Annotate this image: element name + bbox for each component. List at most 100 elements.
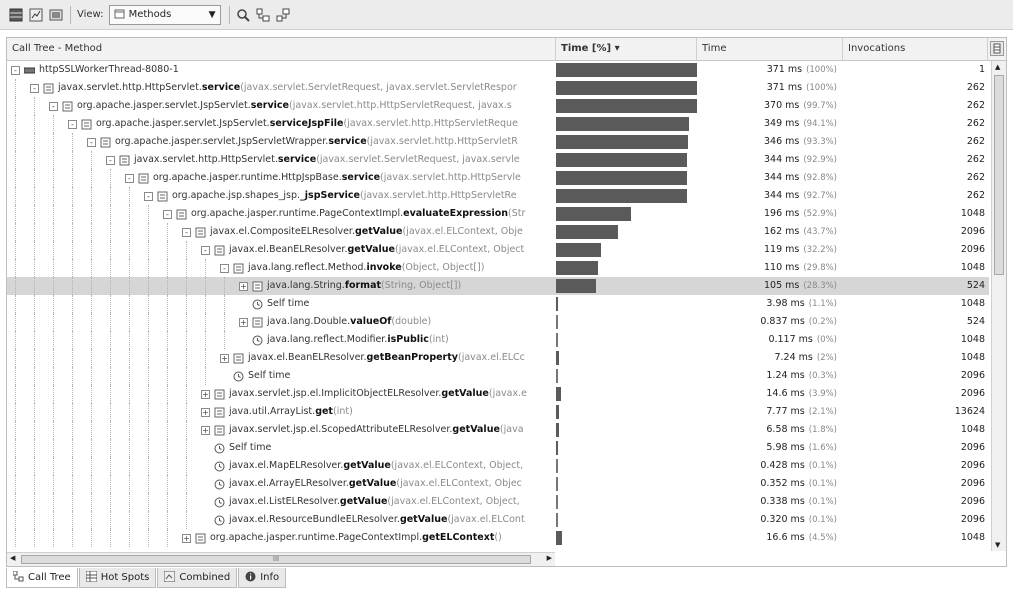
tree-row[interactable]: + java.lang.String. format (String, Object… <box>7 277 989 295</box>
tree-row[interactable]: - javax.servlet.http.HttpServlet. service … <box>7 79 989 97</box>
tree-guide-line <box>167 511 168 529</box>
scroll-left-icon[interactable]: ◀ <box>10 554 15 562</box>
collapse-icon[interactable]: - <box>87 137 96 147</box>
tree-row[interactable]: - org.apache.jasper.servlet.JspServletWra… <box>7 133 989 151</box>
time-percent-cell <box>556 405 559 419</box>
expand-icon[interactable]: + <box>239 281 248 291</box>
snapshot-icon[interactable] <box>48 7 63 22</box>
tab-call-tree[interactable]: Call Tree <box>6 568 78 588</box>
expand-tree-icon[interactable] <box>256 7 271 22</box>
expand-icon[interactable]: + <box>201 425 210 435</box>
method-args: (double) <box>391 316 432 327</box>
time-percent-cell <box>556 423 559 437</box>
horizontal-scrollbar[interactable]: ◀ III ▶ <box>7 552 555 566</box>
tree-row[interactable]: Self time 5.98 ms (1.6%) 2096 <box>7 439 989 457</box>
tree-row[interactable]: + javax.servlet.jsp.el.ScopedAttributeELR… <box>7 421 989 439</box>
tree-guide-line <box>148 295 149 313</box>
collapse-icon[interactable]: - <box>220 263 229 273</box>
scroll-up-icon[interactable]: ▲ <box>995 63 1000 71</box>
expand-icon[interactable]: + <box>201 407 210 417</box>
tree-node: - org.apache.jasper.servlet.JspServlet. se… <box>68 115 518 133</box>
tree-row[interactable]: + java.lang.Double. valueOf (double) 0.837 … <box>7 313 989 331</box>
tree-row[interactable]: + javax.servlet.jsp.el.ImplicitObjectELRe… <box>7 385 989 403</box>
method-cell: + java.lang.String. format (String, Object… <box>7 277 555 295</box>
tree-row[interactable]: Self time 1.24 ms (0.3%) 2096 <box>7 367 989 385</box>
method-icon <box>195 227 206 238</box>
collapse-tree-icon[interactable] <box>276 7 291 22</box>
time-bar <box>556 117 689 131</box>
tree-node: + java.lang.String. format (String, Object… <box>239 277 461 295</box>
time-percent-cell <box>556 495 558 509</box>
column-header-invocations[interactable]: Invocations <box>843 38 988 60</box>
tree-row[interactable]: - httpSSLWorkerThread-8080-1 371 ms (100%) 1 <box>7 61 989 79</box>
table-view-icon[interactable] <box>8 7 23 22</box>
tree-guide-line <box>34 205 35 223</box>
time-cell: 5.98 ms (1.6%) <box>697 439 841 457</box>
tree-row[interactable]: - javax.servlet.http.HttpServlet. service … <box>7 151 989 169</box>
method-cell: Self time <box>7 439 555 457</box>
tree-row[interactable]: - org.apache.jasper.runtime.PageContextIm… <box>7 205 989 223</box>
time-value: 5.98 ms <box>766 442 805 453</box>
collapse-icon[interactable]: - <box>11 65 20 75</box>
tree-row[interactable]: Self time 3.98 ms (1.1%) 1048 <box>7 295 989 313</box>
collapse-icon[interactable]: - <box>49 101 58 111</box>
tree-row[interactable]: javax.el.ListELResolver. getValue (javax.… <box>7 493 989 511</box>
tree-row[interactable]: javax.el.MapELResolver. getValue (javax.e… <box>7 457 989 475</box>
column-chooser-button[interactable] <box>990 41 1004 56</box>
collapse-icon[interactable]: - <box>125 173 134 183</box>
tab-info[interactable]: Info <box>238 568 287 588</box>
collapse-icon[interactable]: - <box>30 83 39 93</box>
expand-icon[interactable]: + <box>220 353 229 363</box>
export-icon[interactable] <box>28 7 43 22</box>
vertical-scrollbar[interactable]: ▲ ▼ <box>991 61 1006 551</box>
tree-row[interactable]: - javax.el.CompositeELResolver. getValue (… <box>7 223 989 241</box>
vertical-scroll-thumb[interactable] <box>994 75 1004 275</box>
expand-icon[interactable]: + <box>201 389 210 399</box>
tree-guide-line <box>129 511 130 529</box>
tree-row[interactable]: - java.lang.reflect.Method. invoke (Object… <box>7 259 989 277</box>
horizontal-scroll-thumb[interactable]: III <box>21 555 531 564</box>
tab-combined[interactable]: Combined <box>157 568 238 588</box>
time-bar <box>556 459 558 473</box>
tree-guide-line <box>129 187 130 205</box>
collapse-icon[interactable]: - <box>201 245 210 255</box>
collapse-icon[interactable]: - <box>182 227 191 237</box>
tree-guide-line <box>110 367 111 385</box>
tree-row[interactable]: - org.apache.jasper.servlet.JspServlet. se… <box>7 97 989 115</box>
scroll-down-icon[interactable]: ▼ <box>995 541 1000 549</box>
collapse-icon[interactable]: - <box>163 209 172 219</box>
expand-icon[interactable]: + <box>239 317 248 327</box>
column-header-time-percent[interactable]: Time [%] ▾ <box>556 38 697 60</box>
tree-guide-line <box>129 313 130 331</box>
collapse-icon[interactable]: - <box>106 155 115 165</box>
collapse-icon[interactable]: - <box>68 119 77 129</box>
tree-row[interactable]: + java.util.ArrayList. get (int) 7.77 ms (2.… <box>7 403 989 421</box>
collapse-icon[interactable]: - <box>144 191 153 201</box>
invocations-cell: 2096 <box>960 514 985 525</box>
tree-guide-line <box>224 331 225 349</box>
tab-hot-spots[interactable]: Hot Spots <box>78 568 157 588</box>
tree-node: + org.apache.jasper.runtime.PageContextIm… <box>182 529 502 547</box>
tree-row[interactable]: javax.el.ArrayELResolver. getValue (javax… <box>7 475 989 493</box>
invocations-cell: 262 <box>966 190 985 201</box>
tree-row[interactable]: javax.el.ResourceBundleELResolver. getVal… <box>7 511 989 529</box>
scroll-right-icon[interactable]: ▶ <box>547 554 552 562</box>
expand-icon[interactable]: + <box>182 533 191 543</box>
tree-guide-line <box>34 457 35 475</box>
tree-guide-line <box>34 493 35 511</box>
tree-row[interactable]: - org.apache.jasper.servlet.JspServlet. se… <box>7 115 989 133</box>
search-icon[interactable] <box>236 7 251 22</box>
column-header-method[interactable]: Call Tree - Method <box>7 38 556 60</box>
tree-row[interactable]: - org.apache.jasper.runtime.HttpJspBase. s… <box>7 169 989 187</box>
tree-row[interactable]: + javax.el.BeanELResolver. getBeanProperty… <box>7 349 989 367</box>
column-header-time[interactable]: Time <box>697 38 843 60</box>
tree-row[interactable]: java.lang.reflect.Modifier. isPublic (int… <box>7 331 989 349</box>
tree-guide-line <box>186 457 187 475</box>
method-name: getBeanProperty <box>366 352 458 363</box>
time-value: 105 ms <box>764 280 800 291</box>
tree-guide-line <box>186 313 187 331</box>
view-select[interactable]: Methods ▼ <box>108 4 221 25</box>
tree-row[interactable]: - javax.el.BeanELResolver. getValue (javax… <box>7 241 989 259</box>
tree-row[interactable]: + org.apache.jasper.runtime.PageContextIm… <box>7 529 989 547</box>
tree-row[interactable]: - org.apache.jsp.shapes_jsp. _jspService (… <box>7 187 989 205</box>
